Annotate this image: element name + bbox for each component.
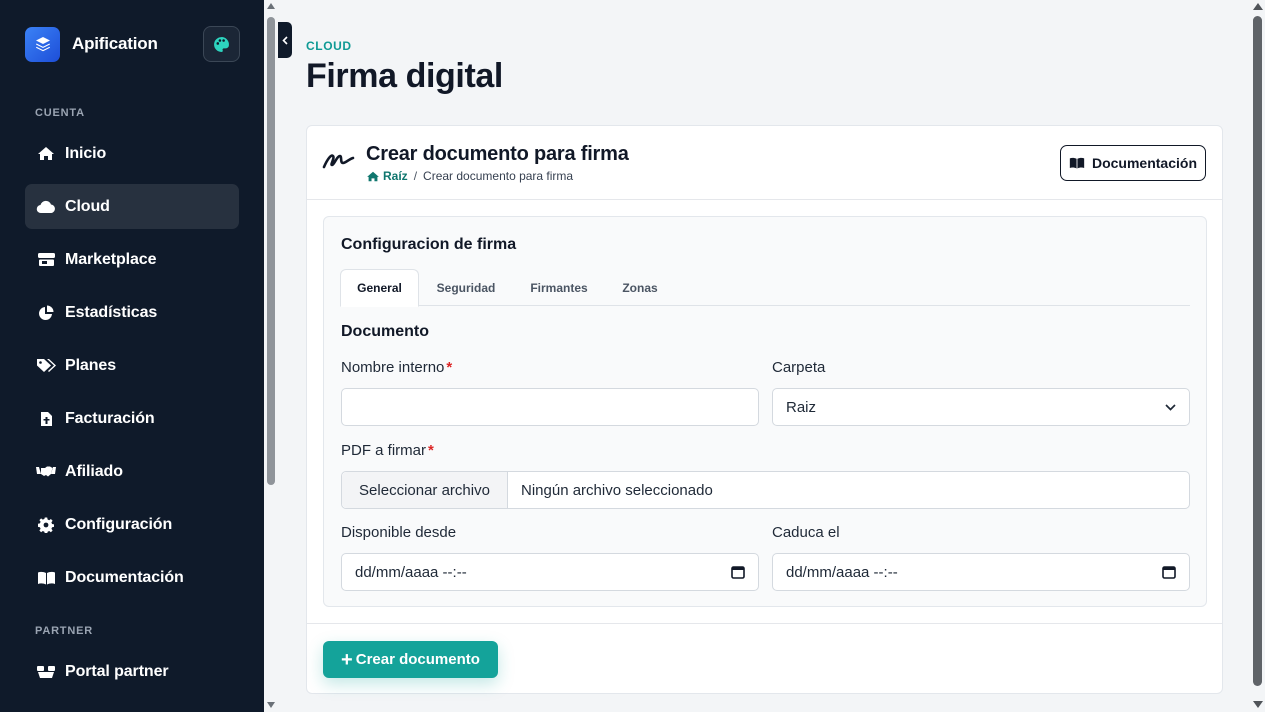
page-title: Firma digital [306,57,503,95]
sidebar-item-marketplace[interactable]: Marketplace [25,237,239,282]
sidebar-item-documentacion[interactable]: Documentación [25,555,239,600]
store-icon [36,251,56,269]
cloud-icon [36,198,56,216]
tab-bar: General Seguridad Firmantes Zonas [340,269,1190,307]
sidebar-item-label: Planes [65,356,116,374]
signature-config-panel: Configuracion de firma General Seguridad… [323,216,1207,607]
calendar-icon[interactable] [731,565,745,579]
sidebar-item-configuracion[interactable]: Configuración [25,502,239,547]
scrollbar-thumb[interactable] [1253,16,1262,686]
carpeta-select[interactable]: Raiz [772,388,1190,426]
carpeta-selected-value: Raiz [786,398,817,416]
page-scrollbar[interactable] [1251,0,1265,712]
nombre-input[interactable] [341,388,759,426]
section-label-partner: PARTNER [35,625,93,637]
file-status-text: Ningún archivo seleccionado [521,481,713,499]
sidebar-item-facturacion[interactable]: Facturación [25,396,239,441]
brand[interactable]: Apification [25,26,240,62]
caduca-datetime-input[interactable]: dd/mm/aaaa --:-- [772,553,1190,591]
sidebar-item-label: Afiliado [65,462,123,480]
palette-icon [214,36,229,52]
invoice-icon [36,410,56,428]
desde-value: dd/mm/aaaa --:-- [355,563,467,581]
breadcrumb: Raíz / Crear documento para firma [366,169,573,183]
breadcrumb-current: Crear documento para firma [423,169,574,183]
sidebar-item-estadisticas[interactable]: Estadísticas [25,290,239,335]
chevron-left-icon [282,35,288,45]
sidebar-item-cloud[interactable]: Cloud [25,184,239,229]
card-footer: + Crear documento [307,623,1222,694]
tab-seguridad[interactable]: Seguridad [424,269,508,306]
sidebar-item-label: Portal partner [65,662,169,680]
section-title-documento: Documento [341,323,429,340]
calendar-icon[interactable] [1162,565,1176,579]
scrollbar-thumb[interactable] [267,17,275,485]
required-marker: * [446,359,453,376]
breadcrumb-root-label: Raíz [383,169,408,183]
documentation-button[interactable]: Documentación [1060,145,1206,181]
breadcrumb-separator: / [413,169,418,183]
card-title: Crear documento para firma [366,143,629,165]
gear-icon [36,516,56,534]
partner-icon [36,663,56,681]
sidebar-item-label: Inicio [65,144,107,162]
book-icon [36,569,56,587]
page-eyebrow: CLOUD [306,39,352,53]
create-document-label: Crear documento [355,651,480,668]
select-file-button[interactable]: Seleccionar archivo [342,472,508,508]
scroll-up-arrow-icon[interactable] [267,3,275,9]
nombre-label-text: Nombre interno [341,359,445,376]
sidebar: Apification CUENTA Inicio Cloud Marketpl… [0,0,264,712]
desde-datetime-input[interactable]: dd/mm/aaaa --:-- [341,553,759,591]
section-label-cuenta: CUENTA [35,107,85,119]
layers-logo-icon [25,26,60,62]
sidebar-item-afiliado[interactable]: Afiliado [25,449,239,494]
scroll-down-arrow-icon[interactable] [267,702,275,708]
create-document-card: Crear documento para firma Raíz / Crear … [306,125,1223,694]
sidebar-item-inicio[interactable]: Inicio [25,131,239,176]
brand-name: Apification [72,34,158,53]
nombre-text-field[interactable] [355,389,745,425]
home-icon [36,145,56,163]
sidebar-item-portal-partner[interactable]: Portal partner [25,649,239,694]
required-marker: * [428,442,434,459]
sidebar-item-label: Facturación [65,409,155,427]
tab-zonas[interactable]: Zonas [610,269,670,306]
chevron-down-icon [1165,403,1176,411]
tab-general[interactable]: General [340,269,419,307]
documentation-button-label: Documentación [1091,155,1197,171]
sidebar-scrollbar[interactable] [264,0,278,712]
create-document-button[interactable]: + Crear documento [323,641,498,678]
scroll-down-arrow-icon[interactable] [1253,701,1263,708]
plus-icon: + [341,648,353,671]
handshake-icon [36,463,56,481]
caduca-value: dd/mm/aaaa --:-- [786,563,898,581]
caduca-label: Caduca el [772,524,840,541]
theme-palette-button[interactable] [203,26,240,62]
card-header: Crear documento para firma Raíz / Crear … [307,126,1222,200]
pdf-label-text: PDF a firmar [341,442,427,459]
sidebar-item-label: Marketplace [65,250,157,268]
sidebar-item-label: Documentación [65,568,184,586]
nombre-label: Nombre interno * [341,359,452,376]
sidebar-item-label: Estadísticas [65,303,158,321]
scroll-up-arrow-icon[interactable] [1253,3,1263,10]
sidebar-item-planes[interactable]: Planes [25,343,239,388]
breadcrumb-root-link[interactable]: Raíz [366,169,408,183]
tags-icon [36,357,56,375]
carpeta-label: Carpeta [772,359,826,376]
home-icon [367,171,379,181]
collapse-sidebar-button[interactable] [278,22,292,58]
signature-icon [322,154,355,169]
pdf-label: PDF a firmar * [341,442,434,459]
pie-chart-icon [36,304,56,322]
pdf-file-input[interactable]: Seleccionar archivo Ningún archivo selec… [341,471,1190,509]
config-title: Configuracion de firma [341,236,517,253]
desde-label: Disponible desde [341,524,457,541]
sidebar-item-label: Configuración [65,515,173,533]
sidebar-item-label: Cloud [65,197,110,215]
book-icon [1069,157,1085,169]
tab-firmantes[interactable]: Firmantes [518,269,600,306]
